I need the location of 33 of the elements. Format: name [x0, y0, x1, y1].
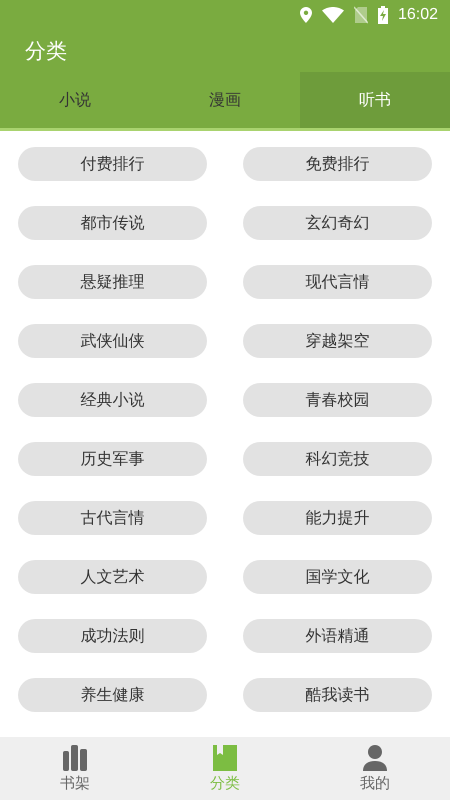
category-button[interactable]: 都市传说 — [18, 206, 207, 240]
category-button[interactable]: 养生健康 — [18, 678, 207, 712]
nav-tab[interactable]: 我的 — [300, 737, 450, 800]
category-button[interactable]: 酷我读书 — [243, 678, 432, 712]
category-button[interactable]: 玄幻奇幻 — [243, 206, 432, 240]
category-button[interactable]: 付费排行 — [18, 147, 207, 181]
tab[interactable]: 小说 — [0, 72, 150, 128]
category-button[interactable]: 国学文化 — [243, 560, 432, 594]
category-button[interactable]: 人文艺术 — [18, 560, 207, 594]
person-icon — [363, 744, 387, 770]
book-icon — [213, 744, 237, 770]
category-button[interactable]: 免费排行 — [243, 147, 432, 181]
category-button[interactable]: 经典小说 — [18, 383, 207, 417]
category-button[interactable]: 能力提升 — [243, 501, 432, 535]
category-button[interactable]: 现代言情 — [243, 265, 432, 299]
tab[interactable]: 漫画 — [150, 72, 300, 128]
page-title: 分类 — [25, 38, 67, 65]
no-sim-icon — [354, 6, 368, 24]
category-button[interactable]: 外语精通 — [243, 619, 432, 653]
nav-tab[interactable]: 书架 — [0, 737, 150, 800]
location-icon — [300, 7, 312, 23]
wifi-icon — [322, 7, 344, 23]
category-button[interactable]: 武侠仙侠 — [18, 324, 207, 358]
category-button[interactable]: 悬疑推理 — [18, 265, 207, 299]
clock: 16:02 — [398, 6, 438, 24]
books-icon — [63, 744, 87, 770]
category-button[interactable]: 科幻竞技 — [243, 442, 432, 476]
category-button[interactable]: 成功法则 — [18, 619, 207, 653]
category-button[interactable]: 青春校园 — [243, 383, 432, 417]
category-button[interactable]: 古代言情 — [18, 501, 207, 535]
category-button[interactable]: 历史军事 — [18, 442, 207, 476]
category-button[interactable]: 穿越架空 — [243, 324, 432, 358]
battery-charging-icon — [378, 6, 388, 24]
